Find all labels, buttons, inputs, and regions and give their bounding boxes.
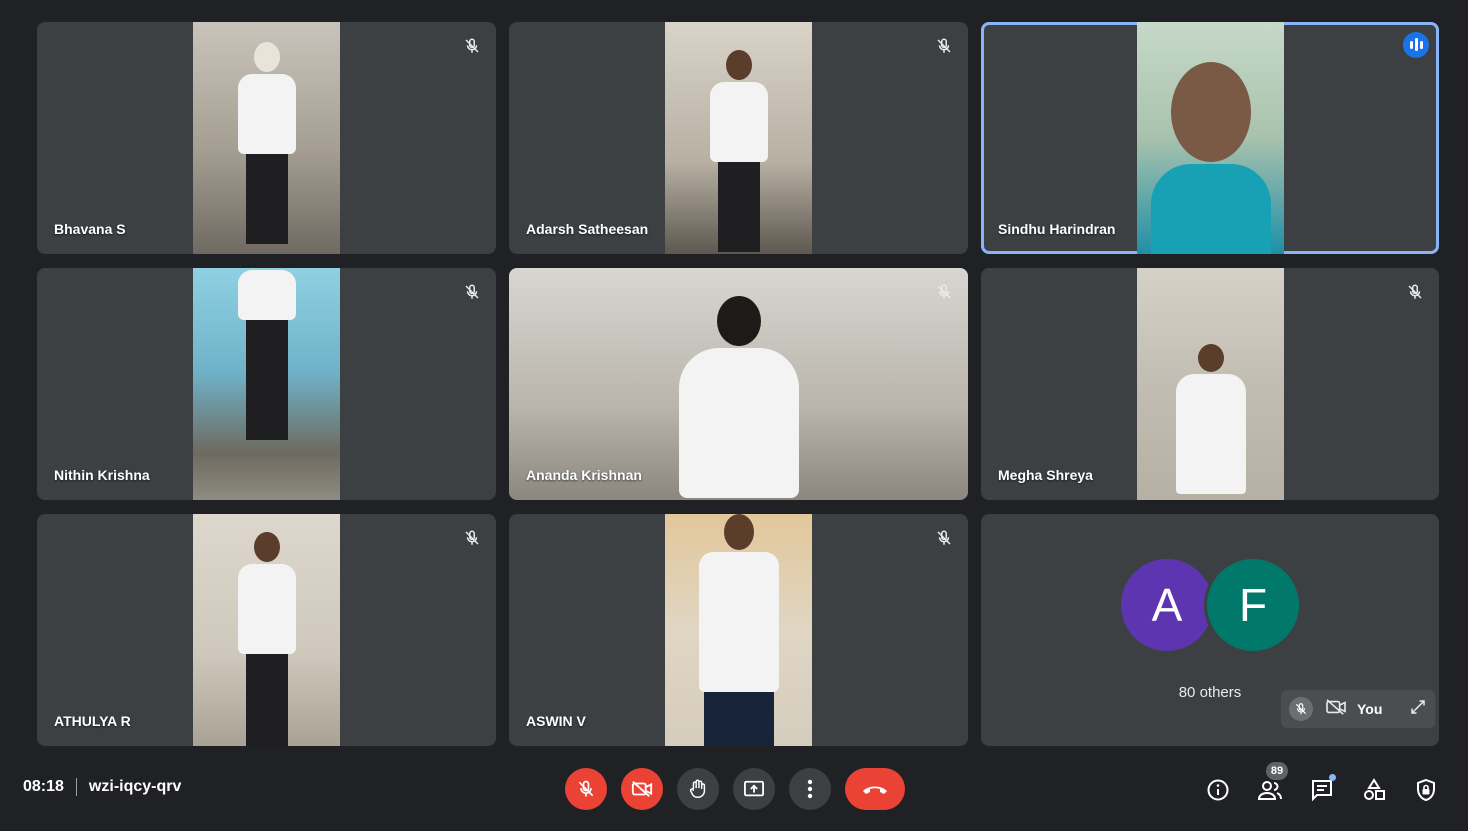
mic-toggle-button[interactable] [565,768,607,810]
meeting-details-button[interactable] [1202,774,1234,806]
person-figure [1175,344,1246,494]
shield-icon [1417,778,1435,802]
avatar: F [1204,556,1302,654]
activities-icon [1364,778,1385,800]
person-figure [237,42,296,244]
more-vert-icon [807,779,813,799]
participant-video [1137,22,1284,254]
expand-icon[interactable] [1409,698,1427,721]
participant-video [193,514,340,746]
participant-name: Adarsh Satheesan [526,221,649,237]
mic-off-icon [460,280,484,304]
participant-tile[interactable]: ASWIN V [509,514,968,746]
video-grid: Bhavana S Adarsh Satheesan Sindhu Harind… [37,22,1439,746]
avatar: A [1118,556,1216,654]
self-view[interactable]: You [1281,690,1435,728]
mic-off-icon [460,34,484,58]
camera-toggle-button[interactable] [621,768,663,810]
person-figure [678,296,799,498]
person-figure [709,50,768,252]
call-controls [565,768,905,810]
participant-video [193,268,340,500]
meeting-code: wzi-iqcy-qrv [88,778,182,795]
participant-tile[interactable]: Bhavana S [37,22,496,254]
participant-tile-active[interactable]: Sindhu Harindran [981,22,1439,254]
participant-count-badge: 89 [1266,762,1288,780]
participant-name: Ananda Krishnan [526,467,642,483]
camera-off-icon [631,780,653,798]
phone-icon [863,786,887,794]
self-label: You [1357,701,1383,717]
chat-icon [1312,780,1332,802]
participant-video [665,514,812,746]
bottom-toolbar: 08:18 wzi-iqcy-qrv 89 [0,760,1468,820]
divider [75,778,77,796]
person-figure [698,514,779,746]
participant-name: Nithin Krishna [54,467,150,483]
more-options-button[interactable] [789,768,831,810]
mic-off-icon [932,280,956,304]
hand-icon [689,779,706,798]
participant-tile[interactable]: Adarsh Satheesan [509,22,968,254]
participant-name: ATHULYA R [54,713,131,729]
speaking-indicator-icon [1403,32,1429,58]
participant-name: Megha Shreya [998,467,1093,483]
participant-video [1137,268,1284,500]
others-avatars: A F [981,556,1439,654]
participant-tile[interactable]: Ananda Krishnan [509,268,968,500]
activities-button[interactable] [1358,774,1390,806]
person-figure [1150,62,1271,254]
participant-video [509,268,968,500]
end-call-button[interactable] [845,768,905,810]
host-controls-button[interactable] [1410,774,1442,806]
side-panel-controls: 89 [1182,762,1442,806]
mic-off-icon [932,526,956,550]
info-icon [1207,779,1229,801]
participant-tile[interactable]: Nithin Krishna [37,268,496,500]
participant-name: Bhavana S [54,221,126,237]
camera-off-icon [1325,698,1347,721]
person-figure [237,532,296,746]
present-button[interactable] [733,768,775,810]
participant-tile[interactable]: ATHULYA R [37,514,496,746]
mic-off-icon [932,34,956,58]
meeting-info: 08:18 wzi-iqcy-qrv [23,778,181,796]
participant-name: Sindhu Harindran [998,221,1116,237]
unread-dot [1329,774,1336,781]
others-tile[interactable]: A F 80 others You [981,514,1439,746]
meeting-time: 08:18 [23,778,64,795]
mic-off-icon [460,526,484,550]
people-button[interactable]: 89 [1254,762,1288,806]
participant-video [665,22,812,254]
mic-off-icon [1403,280,1427,304]
mic-off-icon [1289,697,1313,721]
participant-tile[interactable]: Megha Shreya [981,268,1439,500]
participant-name: ASWIN V [526,713,586,729]
people-icon [1257,781,1282,800]
raise-hand-button[interactable] [677,768,719,810]
participant-video [193,22,340,254]
chat-button[interactable] [1306,774,1338,806]
person-figure [237,268,296,440]
present-icon [744,780,764,797]
mic-off-icon [578,780,594,797]
